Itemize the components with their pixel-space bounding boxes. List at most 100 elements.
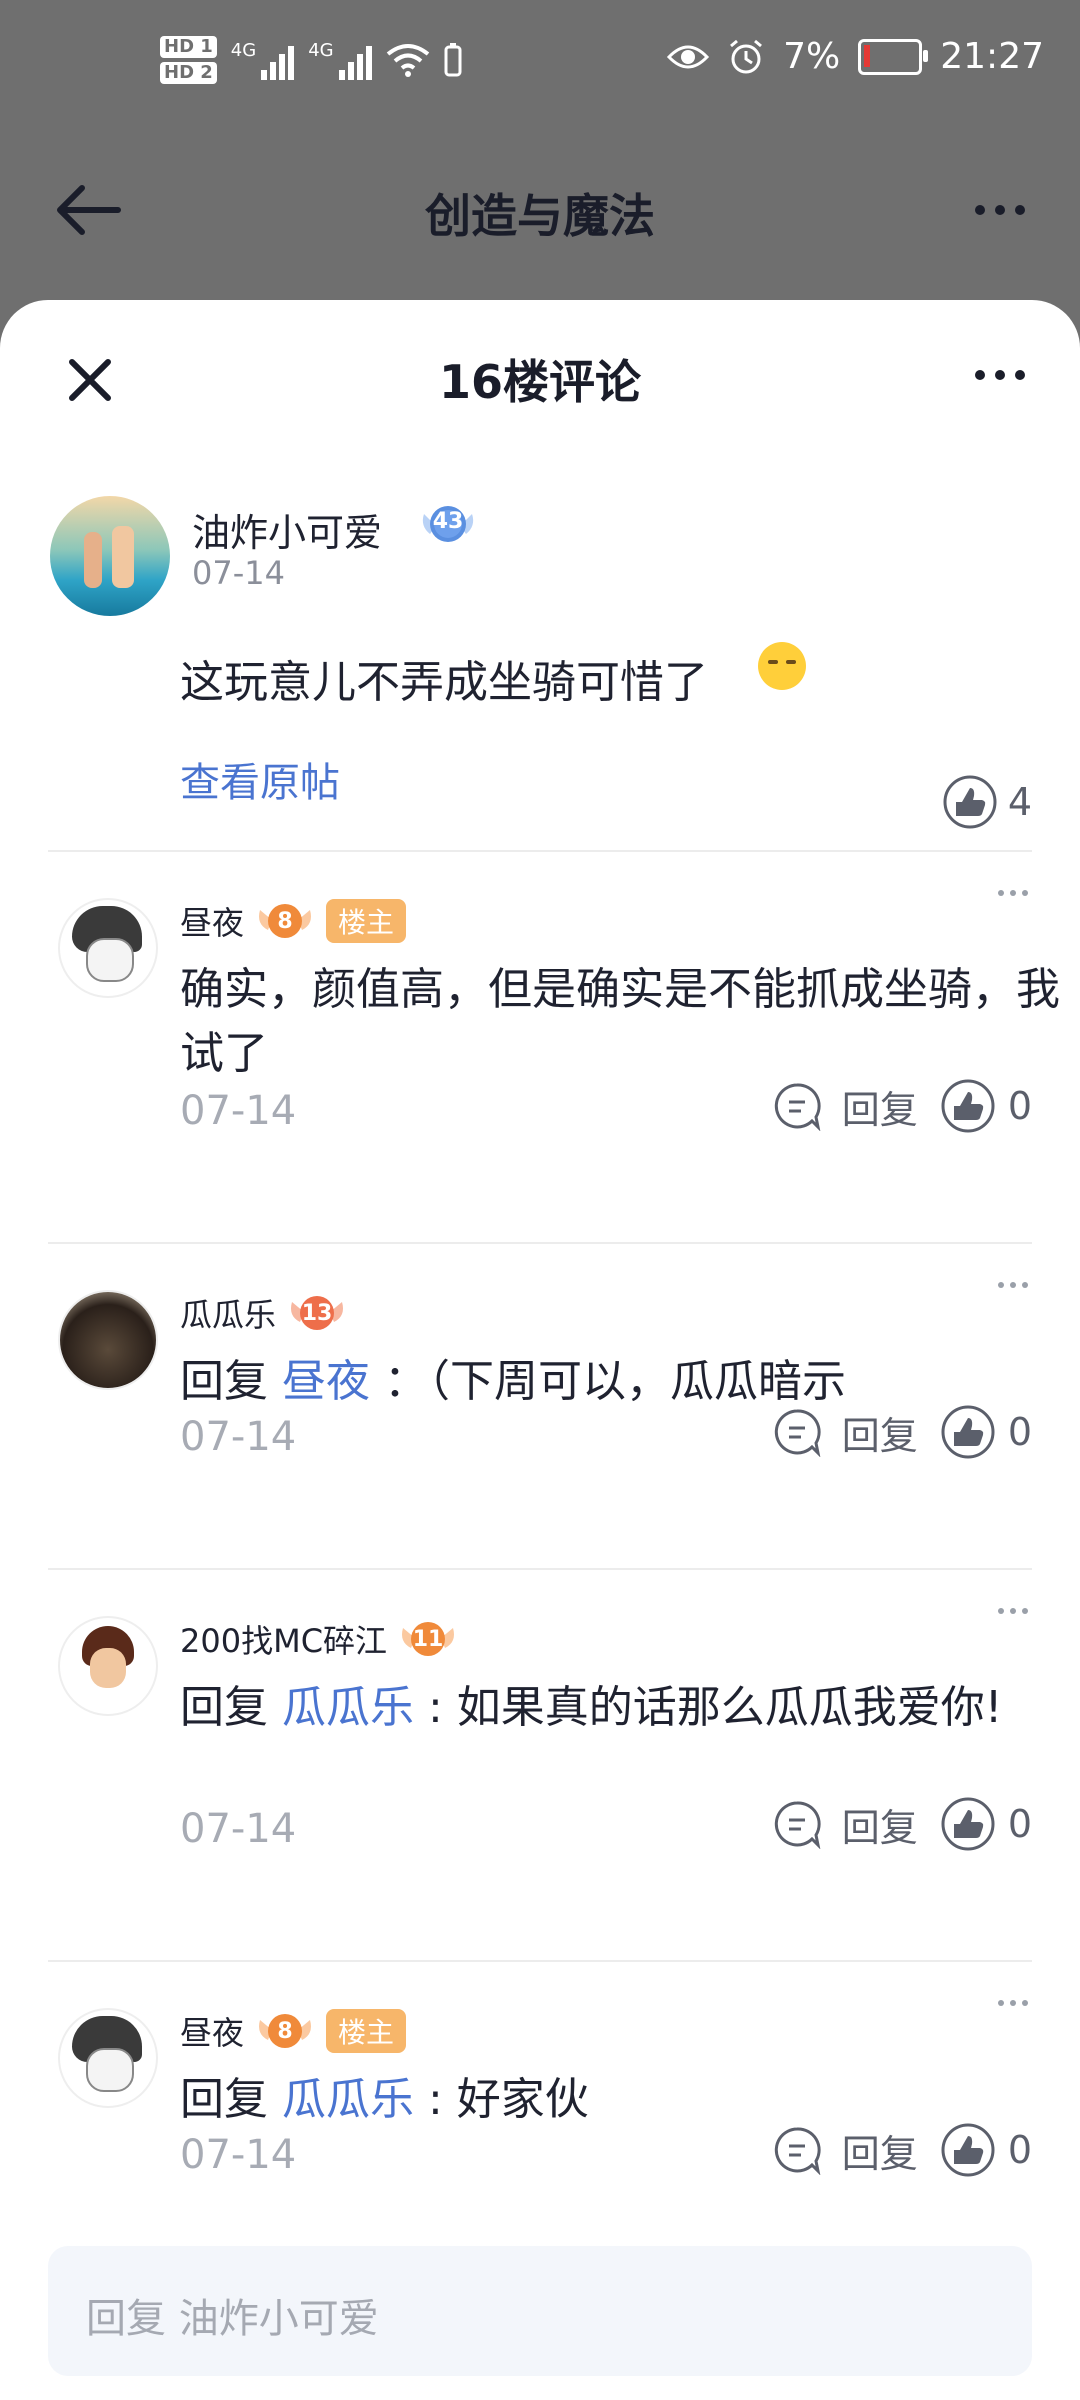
like-button[interactable]: 0 [940,1796,1032,1852]
reply-item: 200找MC碎江 11 回复 瓜瓜乐 : 如果真的话那么瓜瓜我爱你! 07-14 [48,1570,1032,1962]
reply-text-body: ：（下周可以，瓜瓜暗示 [384,1356,846,1407]
reply-label: 回复 [841,1413,918,1458]
avatar[interactable] [58,2008,158,2108]
mention-link[interactable]: 瓜瓜乐 [282,1682,414,1733]
mention-link[interactable]: 昼夜 [282,1356,370,1407]
reply-more-button[interactable] [998,1608,1028,1614]
original-comment: 油炸小可爱 43 07-14 这玩意儿不弄成坐骑可惜了 查看原帖 4 [48,450,1032,852]
dot [1015,370,1025,380]
eye-icon [667,45,710,68]
thumbs-up-icon [941,1079,995,1133]
level-badge: 8 [256,2006,314,2056]
like-button[interactable]: 0 [940,2122,1032,2178]
reply-input[interactable]: 回复 油炸小可爱 [48,2246,1032,2376]
reply-text: 回复 瓜瓜乐 : 如果真的话那么瓜瓜我爱你! [180,1676,1060,1740]
comment-bubble-icon [774,1409,821,1457]
hd-badges: HD 1 HD 2 [160,36,217,84]
reply-text-body: : 好家伙 [428,2074,589,2125]
reply-button[interactable]: 回复 [772,1797,918,1852]
avatar[interactable] [58,1616,158,1716]
post-author[interactable]: 油炸小可爱 [192,502,382,557]
reply-date: 07-14 [180,2132,297,2178]
thumbs-up-icon [943,775,997,829]
page-title: 创造与魔法 [425,189,655,243]
reply-more-button[interactable] [998,1282,1028,1288]
reply-more-button[interactable] [998,2000,1028,2006]
reply-actions: 回复 0 [772,2122,1032,2178]
sheet-more-button[interactable] [960,340,1040,410]
reply-button[interactable]: 回复 [772,1405,918,1460]
dot [975,205,985,215]
status-right: 7% 21:27 [667,36,1044,77]
post-date: 07-14 [192,554,285,592]
avatar[interactable] [58,898,158,998]
hd2-badge: HD 2 [160,62,217,84]
battery-icon [858,38,929,75]
hd1-badge: HD 1 [160,36,217,58]
like-count: 0 [1007,1410,1032,1454]
reply-text-body: : 如果真的话那么瓜瓜我爱你! [428,1682,1003,1733]
reply-prefix: 回复 [180,1356,268,1407]
phone-battery-icon [444,43,462,77]
reply-button[interactable]: 回复 [772,2123,918,2178]
reply-label: 回复 [841,1805,918,1850]
like-count: 0 [1007,1084,1032,1128]
reply-author[interactable]: 瓜瓜乐 [180,1290,276,1336]
thumbs-up-icon [941,1797,995,1851]
like-count: 0 [1007,2128,1032,2172]
alarm-icon [730,39,763,73]
status-bar: HD 1 HD 2 4G 4G 7% 21:27 [0,0,1080,140]
reply-item: 昼夜 8 楼主 确实，颜值高，但是确实是不能抓成坐骑，我试了 07-14 回复 [48,852,1060,1244]
reply-actions: 回复 0 [772,1078,1032,1134]
level-number: 8 [277,2018,293,2044]
level-number: 11 [412,1626,444,1652]
author-row: 瓜瓜乐 13 [180,1288,346,1338]
post-content: 这玩意儿不弄成坐骑可惜了 [180,657,708,708]
reply-input-placeholder: 回复 油炸小可爱 [86,2296,379,2342]
like-count: 0 [1007,1802,1032,1846]
level-badge: 43 [418,496,478,552]
reply-author[interactable]: 昼夜 [180,2008,244,2054]
signal-icon-1: 4G [230,40,295,80]
like-button[interactable]: 0 [940,1078,1032,1134]
comment-bubble-icon [774,2127,821,2175]
avatar[interactable] [50,496,170,616]
dot [975,370,985,380]
reply-label: 回复 [841,2131,918,2176]
reply-button[interactable]: 回复 [772,1079,918,1134]
signal-icon-2: 4G [308,40,372,80]
author-row: 昼夜 8 楼主 [180,2006,407,2056]
like-button[interactable]: 0 [940,1404,1032,1460]
reply-author[interactable]: 昼夜 [180,898,244,944]
level-badge: 8 [256,896,314,946]
reply-text-body: 确实，颜值高，但是确实是不能抓成坐骑，我试了 [180,964,1060,1079]
reply-item: 瓜瓜乐 13 回复 昼夜 ：（下周可以，瓜瓜暗示 07-14 回复 0 [48,1244,1032,1570]
like-button[interactable]: 4 [942,774,1032,830]
thumbs-up-icon [941,2123,995,2177]
dot [995,370,1005,380]
battery-percent: 7% [783,36,841,77]
app-header: 创造与魔法 [0,140,1080,300]
clock: 21:27 [940,36,1044,77]
avatar[interactable] [58,1290,158,1390]
reply-more-button[interactable] [998,890,1028,896]
reply-text: 确实，颜值高，但是确实是不能抓成坐骑，我试了 [180,958,1060,1086]
dot [1015,205,1025,215]
mention-link[interactable]: 瓜瓜乐 [282,2074,414,2125]
thumbs-up-icon [941,1405,995,1459]
header-more-button[interactable] [960,180,1040,240]
like-count: 4 [1007,780,1032,824]
sheet-header: 16楼评论 [0,300,1080,450]
reply-prefix: 回复 [180,1682,268,1733]
level-number: 43 [432,509,464,534]
level-number: 8 [277,908,293,934]
level-badge: 13 [288,1288,346,1338]
network-label-1: 4G [230,40,257,61]
op-badge: 楼主 [326,899,407,943]
reply-date: 07-14 [180,1414,297,1460]
reply-label: 回复 [841,1087,918,1132]
reply-author[interactable]: 200找MC碎江 [180,1616,387,1662]
view-original-link[interactable]: 查看原帖 [180,750,340,808]
op-badge: 楼主 [326,2009,407,2053]
wifi-icon [386,44,429,77]
